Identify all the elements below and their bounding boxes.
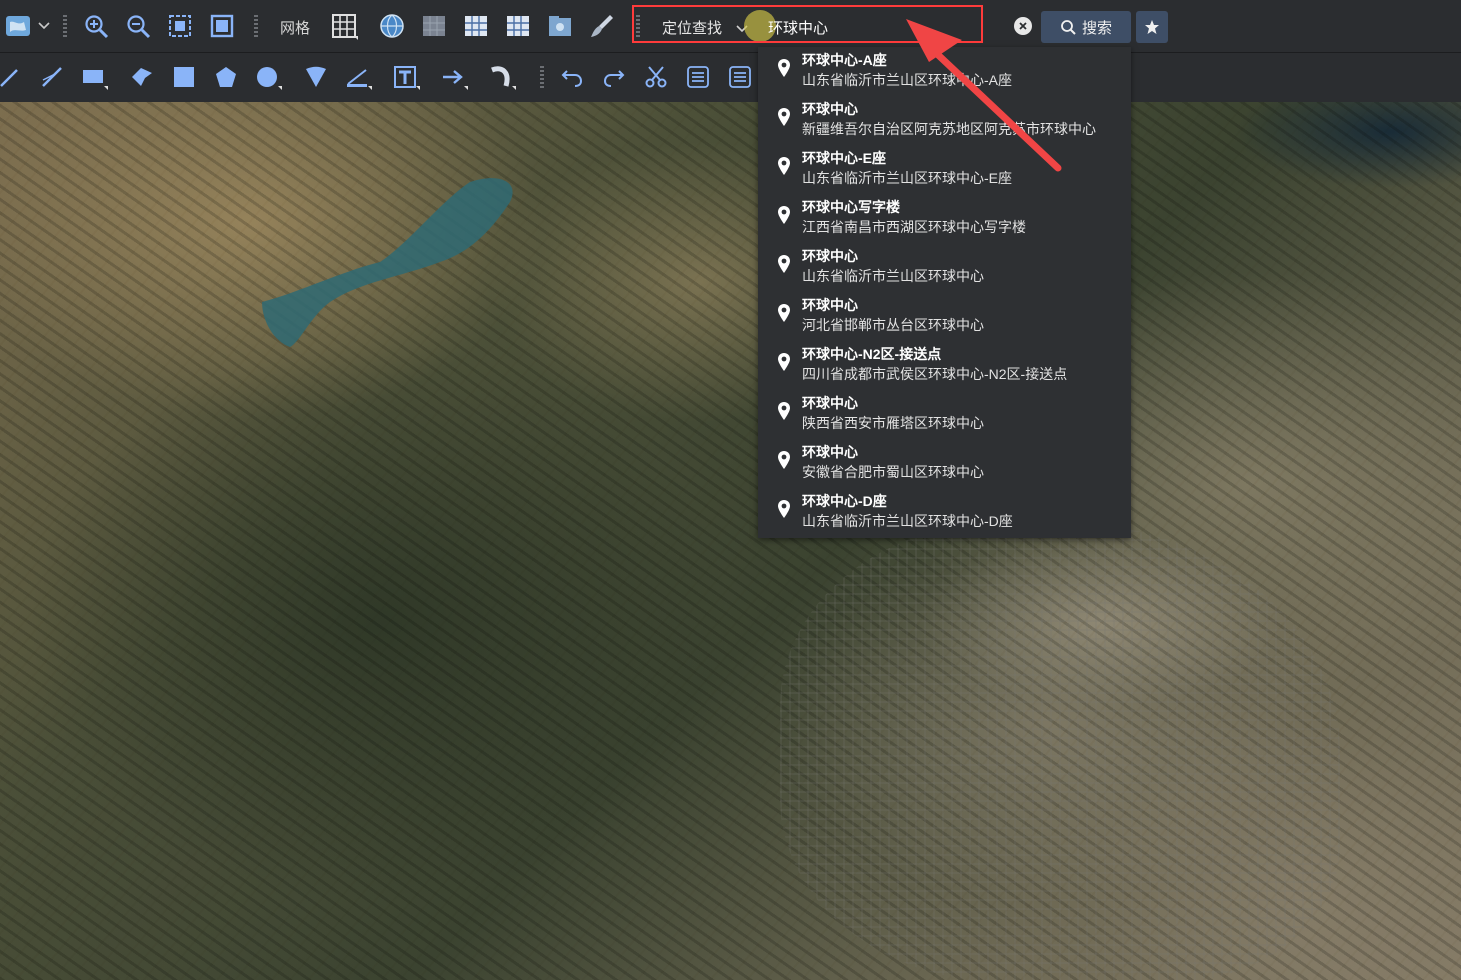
arrow-shape-icon[interactable]: [126, 61, 158, 93]
list2-icon[interactable]: [724, 61, 756, 93]
zoom-out-icon[interactable]: [122, 10, 154, 42]
main-toolbar: 网格 定位查找 搜索: [0, 0, 1461, 53]
location-pin-icon: [778, 353, 790, 371]
result-title: 环球中心-D座: [802, 493, 887, 509]
folder-icon[interactable]: [544, 10, 576, 42]
result-item[interactable]: 环球中心 河北省邯郸市丛台区环球中心: [758, 292, 1131, 341]
clear-search-button[interactable]: [1014, 17, 1032, 35]
toolbar-grip[interactable]: [63, 15, 67, 37]
result-item[interactable]: 环球中心 安徽省合肥市蜀山区环球中心: [758, 439, 1131, 488]
full-extent-icon[interactable]: [206, 10, 238, 42]
location-pin-icon: [778, 59, 790, 77]
search-icon: [1061, 20, 1076, 35]
nm-grid-icon[interactable]: [460, 10, 492, 42]
result-title: 环球中心: [802, 248, 858, 264]
result-address: 山东省临沂市兰山区环球中心-A座: [802, 72, 1012, 88]
result-title: 环球中心-A座: [802, 52, 887, 68]
favorites-button[interactable]: [1136, 11, 1168, 43]
result-address: 江西省南昌市西湖区环球中心写字楼: [802, 219, 1026, 235]
result-item[interactable]: 环球中心-E座 山东省临沂市兰山区环球中心-E座: [758, 145, 1131, 194]
draw-toolbar: [0, 53, 1461, 102]
result-item[interactable]: 环球中心 陕西省西安市雁塔区环球中心: [758, 390, 1131, 439]
km-grid-icon[interactable]: [418, 10, 450, 42]
result-title: 环球中心-N2区-接送点: [802, 346, 942, 362]
mgrs-grid-icon[interactable]: [502, 10, 534, 42]
result-address: 山东省临沂市兰山区环球中心-E座: [802, 170, 1012, 186]
reservoir: [262, 178, 513, 347]
result-address: 山东省临沂市兰山区环球中心-D座: [802, 513, 1013, 529]
undo-icon[interactable]: [556, 61, 588, 93]
freehand-icon[interactable]: [36, 61, 68, 93]
result-item[interactable]: 环球中心-N2区-接送点 四川省成都市武侯区环球中心-N2区-接送点: [758, 341, 1131, 390]
brush-icon[interactable]: [586, 10, 618, 42]
location-pin-icon: [778, 451, 790, 469]
rectangle-icon[interactable]: [78, 61, 110, 93]
search-button-label: 搜索: [1081, 19, 1112, 37]
curve-icon[interactable]: [486, 61, 518, 93]
search-results-dropdown: 环球中心-A座 山东省临沂市兰山区环球中心-A座 环球中心 新疆维吾尔自治区阿克…: [758, 47, 1131, 538]
result-item[interactable]: 环球中心-D座 山东省临沂市兰山区环球中心-D座: [758, 488, 1131, 537]
sector-icon[interactable]: [300, 61, 332, 93]
result-address: 山东省临沂市兰山区环球中心: [802, 268, 984, 284]
location-pin-icon: [778, 304, 790, 322]
result-address: 河北省邯郸市丛台区环球中心: [802, 317, 984, 333]
latlng-globe-icon[interactable]: [376, 10, 408, 42]
star-icon: [1145, 20, 1159, 34]
location-pin-icon: [778, 206, 790, 224]
text-icon[interactable]: [390, 61, 422, 93]
result-address: 陕西省西安市雁塔区环球中心: [802, 415, 984, 431]
circle-icon[interactable]: [252, 61, 284, 93]
grid-label: 网格: [280, 20, 311, 37]
result-item[interactable]: 环球中心-A座 山东省临沂市兰山区环球中心-A座: [758, 47, 1131, 96]
result-address: 安徽省合肥市蜀山区环球中心: [802, 464, 984, 480]
location-pin-icon: [778, 255, 790, 273]
location-pin-icon: [778, 402, 790, 420]
globe-icon[interactable]: [2, 10, 34, 42]
result-item[interactable]: 环球中心 新疆维吾尔自治区阿克苏地区阿克苏市环球中心: [758, 96, 1131, 145]
result-title: 环球中心: [802, 444, 858, 460]
redo-icon[interactable]: [598, 61, 630, 93]
close-icon: [1019, 22, 1027, 30]
zoom-extent-icon[interactable]: [164, 10, 196, 42]
zoom-in-icon[interactable]: [80, 10, 112, 42]
result-title: 环球中心: [802, 395, 858, 411]
result-title: 环球中心: [802, 101, 858, 117]
list-icon[interactable]: [682, 61, 714, 93]
location-pin-icon: [778, 500, 790, 518]
toolbar-grip[interactable]: [540, 66, 544, 88]
toolbar-grip[interactable]: [254, 15, 258, 37]
cut-icon[interactable]: [640, 61, 672, 93]
result-title: 环球中心-E座: [802, 150, 886, 166]
result-address: 新疆维吾尔自治区阿克苏地区阿克苏市环球中心: [802, 121, 1096, 137]
result-title: 环球中心写字楼: [802, 199, 900, 215]
globe-dropdown-chevron-icon[interactable]: [32, 10, 56, 42]
result-title: 环球中心: [802, 297, 858, 313]
result-address: 四川省成都市武侯区环球中心-N2区-接送点: [802, 366, 1068, 382]
search-button[interactable]: 搜索: [1041, 11, 1131, 43]
location-pin-icon: [778, 108, 790, 126]
satellite-map[interactable]: [0, 102, 1461, 980]
line-icon[interactable]: [0, 61, 26, 93]
pentagon-icon[interactable]: [210, 61, 242, 93]
square-icon[interactable]: [168, 61, 200, 93]
result-item[interactable]: 环球中心 山东省临沂市兰山区环球中心: [758, 243, 1131, 292]
location-pin-icon: [778, 157, 790, 175]
arrow-icon[interactable]: [438, 61, 470, 93]
grid-icon[interactable]: [328, 10, 360, 42]
search-highlight-box: [632, 5, 983, 43]
result-item[interactable]: 环球中心写字楼 江西省南昌市西湖区环球中心写字楼: [758, 194, 1131, 243]
measure-icon[interactable]: [342, 61, 374, 93]
